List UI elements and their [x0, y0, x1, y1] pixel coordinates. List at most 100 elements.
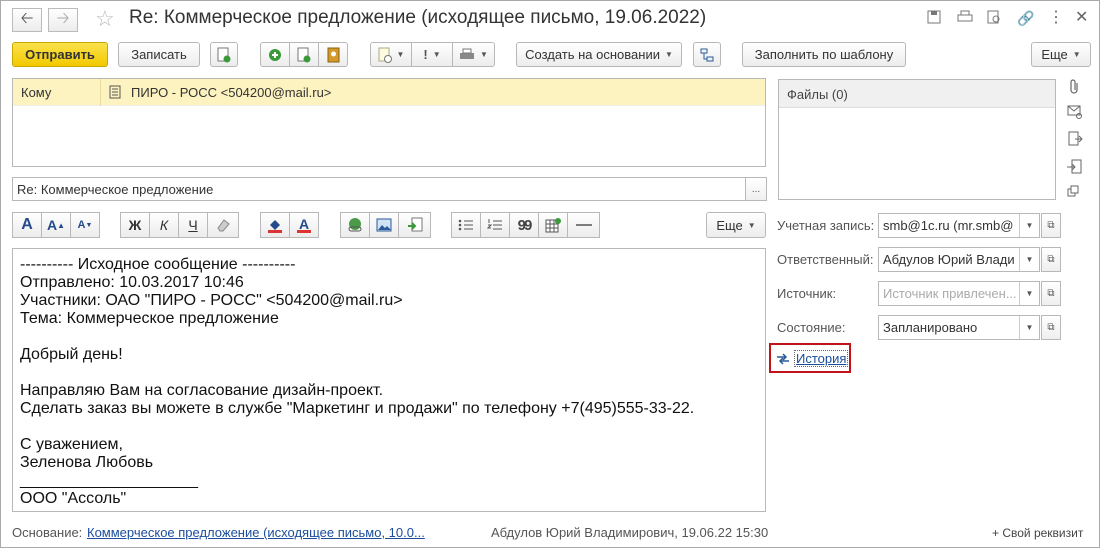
font-shrink-button[interactable]: A ▼ — [70, 212, 100, 238]
italic-button[interactable]: К — [149, 212, 179, 238]
link-icon[interactable]: 🔗 — [1017, 10, 1034, 27]
horizontal-line-button[interactable] — [567, 212, 600, 238]
format-more-button[interactable]: Еще ▼ — [706, 212, 766, 238]
document-clock-icon — [378, 47, 392, 63]
paint-bucket-icon — [268, 220, 282, 233]
to-label: Кому — [21, 85, 52, 100]
add-custom-field-link[interactable]: + Свой реквизит — [992, 526, 1083, 540]
font-grow-button[interactable]: A ▲ — [41, 212, 71, 238]
print-button[interactable]: ▼ — [452, 42, 495, 67]
message-line — [20, 418, 758, 436]
responsible-open-button[interactable]: ⧉ — [1041, 247, 1061, 272]
insert-table-button[interactable] — [538, 212, 568, 238]
subject-select-button[interactable]: ... — [745, 177, 767, 201]
font-larger-button[interactable]: A — [12, 212, 42, 238]
open-window-icon: ⧉ — [1047, 288, 1055, 299]
font-color-button[interactable]: A — [289, 212, 319, 238]
print-icon[interactable] — [957, 10, 973, 27]
more-button[interactable]: Еще ▼ — [1031, 42, 1091, 67]
structure-button[interactable] — [693, 42, 721, 67]
create-based-button[interactable]: Создать на основании ▼ — [516, 42, 682, 67]
attach-email-icon[interactable] — [1067, 105, 1083, 122]
message-line: ---------- Исходное сообщение ---------- — [20, 256, 296, 273]
message-body-editor[interactable]: ---------- Исходное сообщение ----------… — [12, 248, 766, 512]
insert-image-button[interactable] — [369, 212, 399, 238]
save-icon[interactable] — [927, 10, 941, 27]
account-label: Учетная запись: — [777, 218, 875, 233]
recipient-value[interactable]: ПИРО - РОСС <504200@mail.ru> — [131, 85, 331, 100]
import-file-icon[interactable] — [1067, 159, 1083, 178]
message-line: Направляю Вам на согласование дизайн-про… — [20, 382, 384, 399]
export-file-icon[interactable] — [1067, 131, 1083, 150]
history-link[interactable]: История — [776, 350, 849, 367]
chevron-down-icon[interactable]: ▼ — [1019, 214, 1039, 237]
state-open-button[interactable]: ⧉ — [1041, 315, 1061, 340]
message-line — [20, 328, 758, 346]
preview-icon[interactable] — [987, 10, 1001, 27]
eraser-icon — [217, 219, 230, 232]
subject-input[interactable]: Re: Коммерческое предложение — [12, 177, 746, 201]
insert-file-icon — [407, 217, 422, 232]
contact-card-icon — [109, 85, 121, 102]
chevron-down-icon[interactable]: ▼ — [1019, 316, 1039, 339]
close-icon[interactable]: ✕ — [1075, 7, 1088, 27]
add-button[interactable] — [260, 42, 290, 67]
files-panel[interactable]: Файлы (0) — [778, 79, 1056, 200]
source-field[interactable]: Источник привлечен... ▼ — [878, 281, 1040, 306]
more-icon[interactable]: ⋮ — [1048, 7, 1064, 27]
basis-label: Основание: — [12, 525, 83, 540]
account-field[interactable]: smb@1c.ru (mr.smb@ ▼ — [878, 213, 1040, 238]
add-document-icon — [217, 47, 231, 62]
basis-link[interactable]: Коммерческое предложение (исходящее пись… — [87, 525, 425, 540]
attach-doc-button[interactable] — [210, 42, 238, 67]
recipients-box[interactable]: Кому ПИРО - РОСС <504200@mail.ru> — [12, 78, 766, 167]
insert-link-button[interactable] — [340, 212, 370, 238]
source-open-button[interactable]: ⧉ — [1041, 281, 1061, 306]
message-line: Отправлено: 10.03.2017 10:46 — [20, 274, 244, 291]
files-header-label: Файлы (0) — [787, 87, 848, 102]
chevron-down-icon[interactable]: ▼ — [1019, 282, 1039, 305]
quote-icon: 99 — [517, 216, 533, 234]
chevron-down-icon[interactable]: ▼ — [1019, 248, 1039, 271]
contacts-button[interactable] — [318, 42, 348, 67]
quote-button[interactable]: 99 — [509, 212, 539, 238]
message-line: Тема: Коммерческое предложение — [20, 310, 279, 327]
numbered-list-button[interactable] — [480, 212, 510, 238]
clear-format-button[interactable] — [207, 212, 239, 238]
send-button[interactable]: Отправить — [12, 42, 108, 67]
star-icon[interactable]: ☆ — [95, 6, 115, 32]
address-book-icon — [327, 47, 340, 62]
message-text: ---------- Исходное сообщение ----------… — [20, 256, 758, 508]
insert-attachment-button[interactable] — [398, 212, 431, 238]
message-line: Зеленова Любовь — [20, 454, 154, 471]
source-label: Источник: — [777, 286, 837, 301]
recipient-row[interactable]: Кому ПИРО - РОСС <504200@mail.ru> — [13, 79, 765, 106]
importance-button[interactable]: ! ▼ — [411, 42, 453, 67]
bullet-list-button[interactable] — [451, 212, 481, 238]
bold-button[interactable]: Ж — [120, 212, 150, 238]
reminder-button[interactable]: ▼ — [370, 42, 412, 67]
account-open-button[interactable]: ⧉ — [1041, 213, 1061, 238]
copy-button[interactable] — [289, 42, 319, 67]
responsible-field[interactable]: Абдулов Юрий Влади ▼ — [878, 247, 1040, 272]
message-line: Участники: ОАО "ПИРО - РОСС" <504200@mai… — [20, 292, 403, 309]
message-line — [20, 364, 758, 382]
open-window-icon[interactable] — [1067, 185, 1079, 200]
highlight-color-button[interactable] — [260, 212, 290, 238]
files-header: Файлы (0) — [779, 80, 1055, 108]
open-window-icon: ⧉ — [1047, 220, 1055, 231]
table-icon — [545, 218, 561, 233]
state-field[interactable]: Запланировано ▼ — [878, 315, 1040, 340]
image-icon — [376, 218, 392, 232]
hierarchy-icon — [700, 48, 714, 61]
horizontal-rule-icon — [575, 224, 592, 226]
paperclip-icon[interactable] — [1067, 79, 1081, 98]
forward-button[interactable]: 🡢 — [48, 8, 78, 32]
fill-template-button[interactable]: Заполнить по шаблону — [742, 42, 906, 67]
save-button[interactable]: Записать — [118, 42, 200, 67]
author-info: Абдулов Юрий Владимирович, 19.06.22 15:3… — [491, 525, 769, 540]
numbered-list-icon — [487, 219, 502, 230]
underline-button[interactable]: Ч — [178, 212, 208, 238]
printer-icon — [460, 48, 475, 59]
back-button[interactable]: 🡠 — [12, 8, 42, 32]
